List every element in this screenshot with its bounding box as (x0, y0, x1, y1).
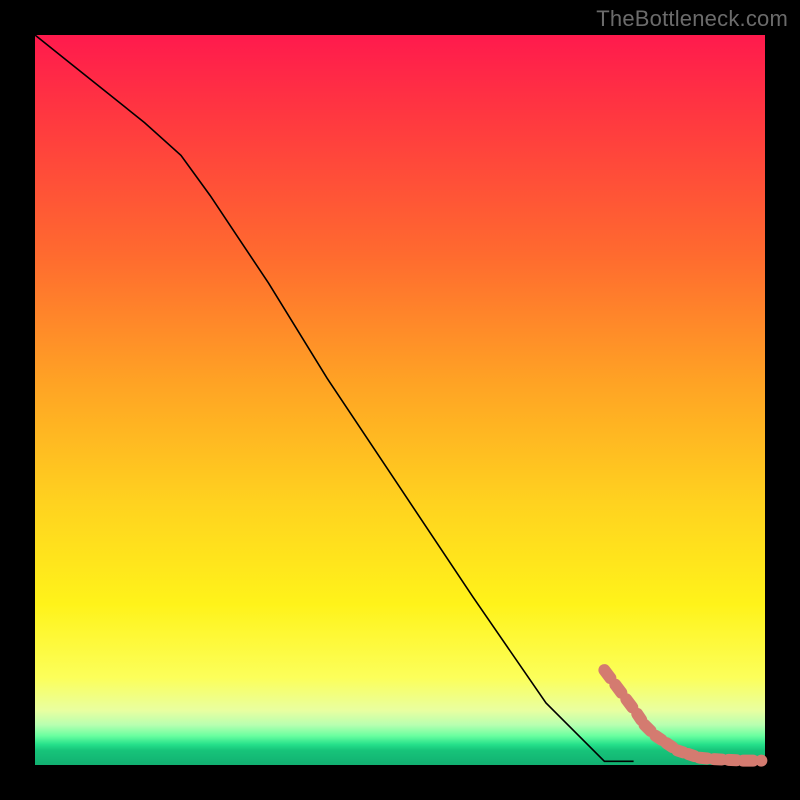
highlight-segment (626, 699, 632, 707)
highlight-segment (656, 736, 662, 740)
highlight-segment (604, 670, 610, 678)
highlight-segment (615, 685, 621, 693)
highlight-segment (666, 743, 672, 747)
highlight-segment (645, 725, 651, 731)
highlight-segment (688, 754, 694, 756)
main-curve (35, 35, 634, 761)
highlight-dots-group (604, 670, 767, 767)
highlight-dot (755, 755, 767, 767)
chart-stage: TheBottleneck.com (0, 0, 800, 800)
chart-frame (35, 35, 765, 765)
highlight-segment (699, 758, 707, 759)
highlight-segment (637, 714, 641, 720)
highlight-segment (677, 750, 683, 752)
chart-overlay (35, 35, 765, 765)
watermark-text: TheBottleneck.com (596, 6, 788, 32)
